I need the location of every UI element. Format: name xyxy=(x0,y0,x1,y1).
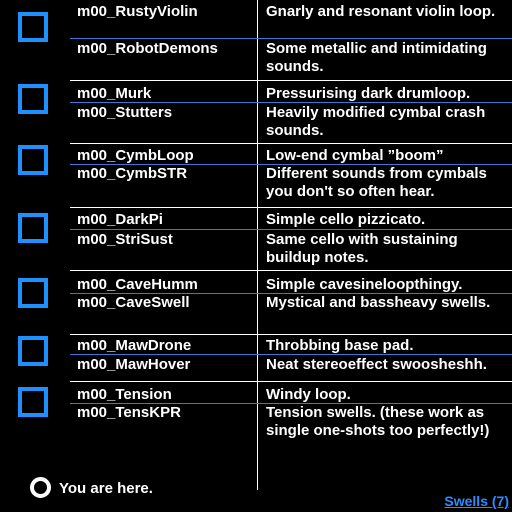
sound-description: Throbbing base pad. xyxy=(266,337,414,354)
swells-nav-link[interactable]: Swells (7) xyxy=(444,492,509,510)
sound-description: Gnarly and resonant violin loop. xyxy=(266,3,496,20)
row-divider xyxy=(70,38,512,39)
group-checkbox[interactable] xyxy=(18,213,48,243)
sound-description: Pressurising dark drumloop. xyxy=(266,85,471,102)
sound-name: m00_MawDrone xyxy=(77,337,192,354)
sound-name: m00_Murk xyxy=(77,85,152,102)
sound-name: m00_Tension xyxy=(77,386,172,403)
sound-name: m00_Stutters xyxy=(77,104,173,121)
row-divider xyxy=(70,354,512,355)
column-divider xyxy=(257,0,258,490)
sound-description: Neat stereoeffect swoosheshh. xyxy=(266,356,487,373)
sound-name: m00_TensKPR xyxy=(77,404,181,421)
you-are-here-marker-icon xyxy=(30,477,51,498)
row-divider xyxy=(70,229,512,230)
group-divider xyxy=(70,334,512,335)
sound-description: Simple cavesineloopthingy. xyxy=(266,276,463,293)
sound-name: m00_CaveHumm xyxy=(77,276,198,293)
sound-name: m00_StriSust xyxy=(77,231,173,248)
sound-description: Low-end cymbal ”boom” xyxy=(266,147,444,164)
sound-name: m00_DarkPi xyxy=(77,211,163,228)
sound-name: m00_CymbSTR xyxy=(77,165,188,182)
sound-description: Heavily modified cymbal crash sounds. xyxy=(266,104,486,139)
group-divider xyxy=(70,207,512,208)
group-checkbox[interactable] xyxy=(18,336,48,366)
sound-description: Simple cello pizzicato. xyxy=(266,211,426,228)
group-checkbox[interactable] xyxy=(18,12,48,42)
sound-description: Some metallic and intimidating sounds. xyxy=(266,40,487,75)
sound-description: Different sounds from cymbals you don't … xyxy=(266,165,487,200)
you-are-here-label: You are here. xyxy=(59,480,153,497)
group-divider xyxy=(70,270,512,271)
sound-name: m00_RustyViolin xyxy=(77,3,198,20)
group-checkbox[interactable] xyxy=(18,145,48,175)
sound-name: m00_RobotDemons xyxy=(77,40,218,57)
group-divider xyxy=(70,143,512,144)
sound-description: Windy loop. xyxy=(266,386,351,403)
group-checkbox[interactable] xyxy=(18,84,48,114)
group-divider xyxy=(70,381,512,382)
group-checkbox[interactable] xyxy=(18,278,48,308)
group-divider xyxy=(70,80,512,81)
row-divider xyxy=(70,102,512,103)
sound-name: m00_MawHover xyxy=(77,356,191,373)
sound-name: m00_CaveSwell xyxy=(77,294,190,311)
sound-name: m00_CymbLoop xyxy=(77,147,194,164)
group-checkbox[interactable] xyxy=(18,387,48,417)
sound-description: Same cello with sustaining buildup notes… xyxy=(266,231,458,266)
sound-description: Mystical and bassheavy swells. xyxy=(266,294,491,311)
sound-description: Tension swells. (these work as single on… xyxy=(266,404,490,439)
